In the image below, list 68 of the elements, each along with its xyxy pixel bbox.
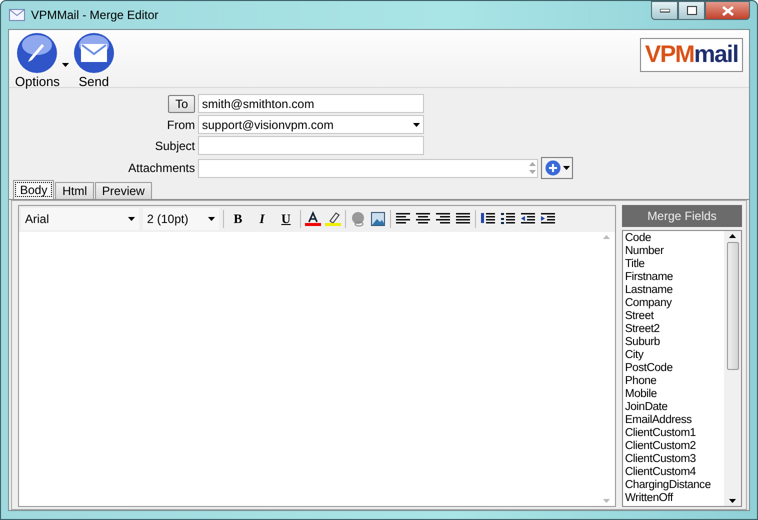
caret-icon xyxy=(208,217,215,221)
merge-field-item[interactable]: EmailAddress xyxy=(625,414,722,427)
merge-field-item[interactable]: Title xyxy=(625,258,722,271)
tab[interactable]: Html xyxy=(55,182,94,199)
merge-field-item[interactable]: JoinDate xyxy=(625,401,722,414)
field-label: From xyxy=(167,118,195,132)
field-label: Subject xyxy=(154,138,195,152)
bold-button[interactable]: B xyxy=(228,209,248,229)
tab[interactable]: Body xyxy=(13,180,54,199)
merge-field-item[interactable]: Company xyxy=(625,297,722,310)
scroll-up-icon xyxy=(529,162,536,166)
font-color-icon[interactable] xyxy=(305,211,321,227)
field-label: Attachments xyxy=(128,161,195,175)
merge-field-item[interactable]: ClientCustom1 xyxy=(625,427,722,440)
merge-field-item[interactable]: Number xyxy=(625,245,722,258)
merge-field-item[interactable]: Mobile xyxy=(625,388,722,401)
caret-icon xyxy=(413,122,420,126)
merge-field-item[interactable]: ChargingDistance xyxy=(625,479,722,492)
image-icon[interactable] xyxy=(370,211,386,227)
close-button[interactable] xyxy=(705,1,750,20)
scrollbar[interactable] xyxy=(724,231,741,506)
scroll-down-icon xyxy=(603,499,610,503)
merge-field-item[interactable]: Lastname xyxy=(625,284,722,297)
send-button[interactable]: Send xyxy=(72,32,115,89)
maximize-icon xyxy=(686,6,696,15)
merge-fields-header: Merge Fields xyxy=(622,205,742,227)
merge-field-item[interactable]: WrittenOff xyxy=(625,492,722,505)
highlighter-icon[interactable] xyxy=(325,211,341,227)
window-title: VPMMail - Merge Editor xyxy=(31,8,158,22)
underline-button[interactable]: U xyxy=(276,209,296,229)
merge-field-item[interactable]: City xyxy=(625,349,722,362)
add-attachment-button[interactable] xyxy=(541,157,573,179)
merge-field-item[interactable]: ClientCustom2 xyxy=(625,440,722,453)
caret-icon xyxy=(562,166,570,170)
from-dropdown[interactable]: support@visionvpm.com xyxy=(198,115,424,134)
close-icon xyxy=(722,6,734,16)
merge-field-item[interactable]: Phone xyxy=(625,375,722,388)
minimize-button[interactable] xyxy=(651,1,678,20)
plus-icon xyxy=(544,160,560,176)
envelope-icon xyxy=(72,32,115,74)
merge-field-item[interactable]: Code xyxy=(625,232,722,245)
logo: VPMmail xyxy=(640,38,743,72)
scroll-down-icon xyxy=(529,170,536,174)
attachments-field[interactable] xyxy=(198,158,538,178)
tab[interactable]: Preview xyxy=(95,182,152,199)
envelope-icon xyxy=(9,9,25,21)
merge-field-item[interactable]: Suburb xyxy=(625,336,722,349)
font-dropdown[interactable]: Arial xyxy=(21,208,139,230)
minimize-icon xyxy=(660,8,670,12)
size-dropdown[interactable]: 2 (10pt) xyxy=(143,208,219,230)
maximize-button[interactable] xyxy=(678,1,705,20)
subject-field[interactable] xyxy=(198,136,424,155)
scroll-up-icon xyxy=(603,235,610,239)
scroll-up-icon xyxy=(729,234,736,238)
merge-field-item[interactable]: PostCode xyxy=(625,362,722,375)
merge-field-item[interactable]: Street xyxy=(625,310,722,323)
italic-button[interactable]: I xyxy=(252,209,272,229)
to-button[interactable]: To xyxy=(168,94,195,112)
merge-field-item[interactable]: Firstname xyxy=(625,271,722,284)
merge-field-item[interactable]: Street2 xyxy=(625,323,722,336)
scroll-down-icon xyxy=(729,499,736,503)
bullet-list-icon[interactable] xyxy=(500,211,516,227)
merge-field-item[interactable]: ClientCustom3 xyxy=(625,453,722,466)
options-button[interactable]: Options xyxy=(15,32,60,89)
brush-icon xyxy=(16,32,58,74)
to-field[interactable]: smith@smithton.com xyxy=(198,94,424,113)
caret-icon xyxy=(128,217,135,221)
merge-field-item[interactable]: ClientCustom4 xyxy=(625,466,722,479)
